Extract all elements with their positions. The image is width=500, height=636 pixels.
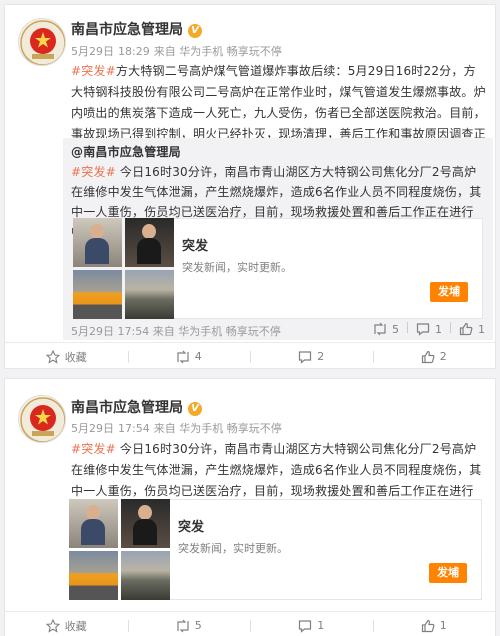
repost-button[interactable]: 4 — [127, 343, 251, 368]
like-button[interactable]: 1 — [372, 612, 496, 636]
repost-icon — [176, 350, 190, 364]
star-icon — [45, 349, 60, 364]
like-icon — [421, 619, 435, 633]
live-card-button[interactable]: 发埔 — [429, 563, 467, 583]
collect-button[interactable]: 收藏 — [5, 612, 128, 636]
collect-label: 收藏 — [64, 619, 87, 633]
post-meta: 5月29日 18:29 来自 华为手机 畅享玩不停 — [71, 43, 286, 59]
photo-thumbnail[interactable] — [73, 218, 122, 267]
post-time[interactable]: 17:54 — [118, 422, 150, 435]
repost-count: 4 — [194, 350, 202, 363]
like-icon — [421, 350, 435, 364]
reposted-comment-button[interactable]: 1 — [416, 322, 442, 336]
account-name[interactable]: 南昌市应急管理局 V — [71, 19, 202, 39]
reposted-author[interactable]: @南昌市应急管理局 — [71, 145, 181, 159]
post-date[interactable]: 5月29日 — [71, 422, 114, 435]
reposted-meta: 5月29日 17:54 来自 华为手机 畅享玩不停 — [71, 323, 281, 339]
post-action-bar: 收藏 5 1 1 — [5, 611, 495, 636]
collect-button[interactable]: 收藏 — [5, 343, 128, 368]
repost-icon — [176, 619, 190, 633]
emblem-icon — [20, 20, 65, 65]
verified-badge-icon: V — [188, 24, 202, 38]
topic-tag[interactable]: #突发# — [71, 64, 116, 78]
topic-tag[interactable]: #突发# — [71, 165, 116, 179]
live-card-title: 突发 — [178, 520, 205, 535]
repost-button[interactable]: 5 — [127, 612, 251, 636]
post-time[interactable]: 18:29 — [118, 45, 150, 58]
like-icon — [459, 322, 473, 336]
comment-count: 1 — [317, 619, 325, 632]
live-card-subtitle: 突发新闻，实时更新。 — [178, 542, 288, 555]
post-date[interactable]: 5月29日 — [71, 45, 114, 58]
comment-icon — [298, 350, 312, 364]
reposted-like-count: 1 — [478, 322, 485, 336]
like-button[interactable]: 2 — [372, 343, 496, 368]
photo-thumbnail[interactable] — [125, 270, 174, 319]
post-source: 来自 华为手机 畅享玩不停 — [153, 422, 282, 435]
live-news-card[interactable]: 突发 突发新闻，实时更新。 发埔 — [174, 218, 483, 319]
topic-tag[interactable]: #突发# — [71, 442, 116, 456]
post-source: 来自 华为手机 畅享玩不停 — [153, 45, 282, 58]
comment-count: 2 — [317, 350, 325, 363]
comment-icon — [298, 619, 312, 633]
reposted-repost-button[interactable]: 5 — [373, 322, 399, 336]
post-meta: 5月29日 17:54 来自 华为手机 畅享玩不停 — [71, 420, 286, 436]
live-news-card[interactable]: 突发 突发新闻，实时更新。 发埔 — [170, 499, 482, 600]
repost-count: 5 — [194, 619, 202, 632]
reposted-content: @南昌市应急管理局 #突发# 今日16时30分许，南昌市青山湖区方大特钢公司焦化分… — [63, 138, 493, 340]
account-avatar[interactable] — [18, 18, 66, 66]
weibo-post: 南昌市应急管理局 V 5月29日 17:54 来自 华为手机 畅享玩不停 #突发# 今… — [4, 378, 496, 636]
weibo-post: 南昌市应急管理局 V 5月29日 18:29 来自 华为手机 畅享玩不停 #突发#方大… — [4, 4, 496, 369]
star-icon — [45, 618, 60, 633]
comment-button[interactable]: 1 — [250, 612, 373, 636]
live-card-button[interactable]: 发埔 — [430, 282, 468, 302]
photo-thumbnail[interactable] — [73, 270, 122, 319]
reposted-time[interactable]: 17:54 — [118, 325, 150, 338]
emblem-icon — [20, 397, 65, 442]
verified-badge-icon: V — [188, 402, 202, 416]
photo-thumbnail[interactable] — [125, 218, 174, 267]
live-card-title: 突发 — [182, 239, 209, 254]
reposted-source: 来自 华为手机 畅享玩不停 — [152, 325, 281, 338]
post-action-bar: 收藏 4 2 2 — [5, 342, 496, 368]
like-count: 2 — [439, 350, 447, 363]
reposted-comment-count: 1 — [435, 322, 442, 336]
like-count: 1 — [439, 619, 447, 632]
photo-thumbnail[interactable] — [69, 551, 118, 600]
reposted-repost-count: 5 — [392, 322, 399, 336]
live-card-subtitle: 突发新闻，实时更新。 — [182, 261, 292, 274]
photo-thumbnail[interactable] — [121, 499, 170, 548]
reposted-like-button[interactable]: 1 — [459, 322, 485, 336]
comment-icon — [416, 322, 430, 336]
reposted-actions: 5 1 1 — [373, 322, 485, 336]
account-name[interactable]: 南昌市应急管理局 V — [71, 397, 202, 417]
photo-thumbnail[interactable] — [69, 499, 118, 548]
repost-icon — [373, 322, 387, 336]
photo-thumbnail[interactable] — [121, 551, 170, 600]
comment-button[interactable]: 2 — [250, 343, 373, 368]
image-grid — [73, 218, 174, 319]
collect-label: 收藏 — [64, 350, 87, 364]
account-avatar[interactable] — [18, 395, 66, 443]
image-grid — [69, 499, 170, 600]
reposted-date[interactable]: 5月29日 — [71, 325, 114, 338]
